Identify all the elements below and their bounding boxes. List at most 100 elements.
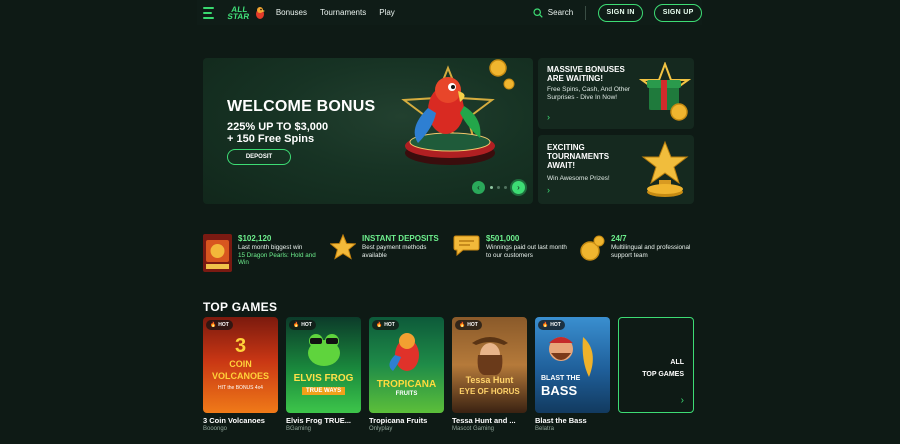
game-art-text: TROPICANA xyxy=(376,379,437,390)
all-top-games-card[interactable]: ALL TOP GAMES › xyxy=(618,317,694,413)
carousel-prev-button[interactable]: ‹ xyxy=(472,181,485,194)
game-card[interactable]: 🔥 HOT TROPICANA FRUITS Tropicana Fruits O… xyxy=(369,317,444,432)
game-thumbnail[interactable]: 🔥 HOT 3 COIN VOLCANOES HIT the BONUS 4x4 xyxy=(203,317,278,413)
logo-text: ALL STAR xyxy=(226,4,250,21)
main-nav: Bonuses Tournaments Play xyxy=(276,8,395,17)
hot-label: HOT xyxy=(467,322,478,328)
game-thumbnail[interactable]: 🔥 HOT Tessa Hunt EYE OF HORUS xyxy=(452,317,527,413)
carousel-dot[interactable] xyxy=(504,186,507,189)
game-name[interactable]: Tessa Hunt and ... xyxy=(452,416,527,425)
hot-badge: 🔥 HOT xyxy=(538,320,565,330)
game-art-text: EYE OF HORUS xyxy=(459,387,520,396)
feature-text: Winnings paid out last month to our cust… xyxy=(486,244,567,259)
parrot-art-icon xyxy=(389,333,419,371)
game-art-text: 3 xyxy=(234,335,247,357)
search-button[interactable]: Search xyxy=(533,7,574,18)
all-label-line-2: TOP GAMES xyxy=(642,371,684,378)
game-art-text: ELVIS FROG xyxy=(293,373,354,384)
game-card[interactable]: 🔥 HOT Tessa Hunt EYE OF HORUS Tessa Hunt … xyxy=(452,317,527,432)
coins-icon xyxy=(580,235,605,261)
hero-offer-line-2: + 150 Free Spins xyxy=(227,133,315,145)
game-art-text: HIT the BONUS 4x4 xyxy=(218,385,263,391)
game-name[interactable]: 3 Coin Volcanoes xyxy=(203,416,278,425)
game-thumbnail-icon[interactable] xyxy=(203,234,232,272)
flame-icon: 🔥 xyxy=(293,322,300,328)
hot-badge: 🔥 HOT xyxy=(206,320,233,330)
hot-label: HOT xyxy=(384,322,395,328)
feature-heading: $102,120 xyxy=(238,234,272,243)
all-top-games-label: ALL TOP GAMES xyxy=(642,357,684,381)
trophy-star-icon xyxy=(641,140,689,197)
top-header: ALL STAR Bonuses Tournaments Play Search… xyxy=(197,0,703,25)
feature-text: Multilingual and professional support te… xyxy=(611,244,691,259)
menu-icon[interactable] xyxy=(203,6,214,19)
game-card[interactable]: 🔥 HOT BLAST THE BASS Blast the Bass Belat… xyxy=(535,317,610,432)
hot-label: HOT xyxy=(301,322,312,328)
feature-biggest-win: $102,120 Last month biggest win 15 Drago… xyxy=(203,234,316,272)
promo-card-bonuses[interactable]: MASSIVE BONUSES ARE WAITING! Free Spins,… xyxy=(538,58,694,129)
chevron-left-icon: ‹ xyxy=(477,183,480,192)
chat-bubble-icon xyxy=(453,235,480,256)
feature-heading: $501,000 xyxy=(486,234,520,243)
game-card[interactable]: 🔥 HOT 3 COIN VOLCANOES HIT the BONUS 4x4 … xyxy=(203,317,278,432)
nav-tournaments[interactable]: Tournaments xyxy=(320,8,366,17)
carousel-next-button[interactable]: › xyxy=(512,181,525,194)
nav-play[interactable]: Play xyxy=(379,8,395,17)
game-provider: Belatra xyxy=(535,426,555,432)
hero-banner[interactable]: WELCOME BONUS 225% UP TO $3,000 + 150 Fr… xyxy=(203,58,533,204)
feature-text: Best payment methods available xyxy=(362,244,427,259)
game-name[interactable]: Blast the Bass xyxy=(535,416,610,425)
hero-title: WELCOME BONUS xyxy=(227,98,376,115)
game-art-text: BLAST THE xyxy=(541,375,581,382)
hot-label: HOT xyxy=(550,322,561,328)
gift-box-icon xyxy=(639,62,691,121)
feature-heading: INSTANT DEPOSITS xyxy=(362,234,439,243)
flame-icon: 🔥 xyxy=(210,322,217,328)
feature-game-link[interactable]: 15 Dragon Pearls: Hold and Win xyxy=(238,252,316,267)
promo-text: Win Awesome Prizes! xyxy=(547,175,610,182)
carousel-dot[interactable] xyxy=(497,186,500,189)
parrot-hero-image xyxy=(401,59,515,165)
chevron-right-icon[interactable]: › xyxy=(547,185,550,195)
game-art-text: FRUITS xyxy=(395,391,418,397)
game-art-text: TRUE WAYS xyxy=(302,387,346,395)
feature-text: Last month biggest win xyxy=(238,244,303,251)
nav-bonuses[interactable]: Bonuses xyxy=(276,8,307,17)
promo-card-tournaments[interactable]: EXCITING TOURNAMENTS AWAIT! Win Awesome … xyxy=(538,135,694,204)
feature-support: 24/7 Multilingual and professional suppo… xyxy=(579,234,697,262)
game-name[interactable]: Elvis Frog TRUE... xyxy=(286,416,361,425)
carousel-dot[interactable] xyxy=(490,186,493,189)
top-games-title: TOP GAMES xyxy=(203,300,278,314)
chevron-right-icon[interactable]: › xyxy=(547,112,550,122)
game-name[interactable]: Tropicana Fruits xyxy=(369,416,444,425)
game-provider: BGaming xyxy=(286,426,312,432)
all-label-line-1: ALL xyxy=(670,359,684,366)
sign-up-button[interactable]: SIGN UP xyxy=(654,3,703,22)
flame-icon: 🔥 xyxy=(542,322,549,328)
search-label: Search xyxy=(547,8,574,17)
chevron-right-icon[interactable]: › xyxy=(681,395,684,406)
chevron-right-icon: › xyxy=(517,183,520,192)
deposit-button[interactable]: DEPOSIT xyxy=(227,149,291,165)
promo-title: MASSIVE BONUSES ARE WAITING! xyxy=(547,65,625,83)
search-icon xyxy=(533,7,543,18)
game-art-text: BASS xyxy=(541,383,578,398)
sign-in-button[interactable]: SIGN IN xyxy=(597,3,644,22)
frog-art-icon xyxy=(308,334,340,366)
game-art-text: Tessa Hunt xyxy=(465,375,514,385)
hot-badge: 🔥 HOT xyxy=(289,320,316,330)
game-thumbnail[interactable]: 🔥 HOT ELVIS FROG TRUE WAYS xyxy=(286,317,361,413)
header-divider xyxy=(585,5,586,20)
game-card[interactable]: 🔥 HOT ELVIS FROG TRUE WAYS Elvis Frog TRU… xyxy=(286,317,361,432)
game-thumbnail[interactable]: 🔥 HOT TROPICANA FRUITS xyxy=(369,317,444,413)
hero-offer-line-1: 225% UP TO $3,000 xyxy=(227,121,329,133)
fisherman-art-icon xyxy=(549,337,593,377)
game-provider: Mascot Gaming xyxy=(452,426,495,432)
flame-icon: 🔥 xyxy=(376,322,383,328)
game-thumbnail[interactable]: 🔥 HOT BLAST THE BASS xyxy=(535,317,610,413)
site-logo[interactable]: ALL STAR xyxy=(226,4,266,21)
explorer-art-icon xyxy=(472,337,508,375)
parrot-logo-icon xyxy=(255,6,265,19)
hot-label: HOT xyxy=(218,322,229,328)
promo-title: EXCITING TOURNAMENTS AWAIT! xyxy=(547,143,610,170)
